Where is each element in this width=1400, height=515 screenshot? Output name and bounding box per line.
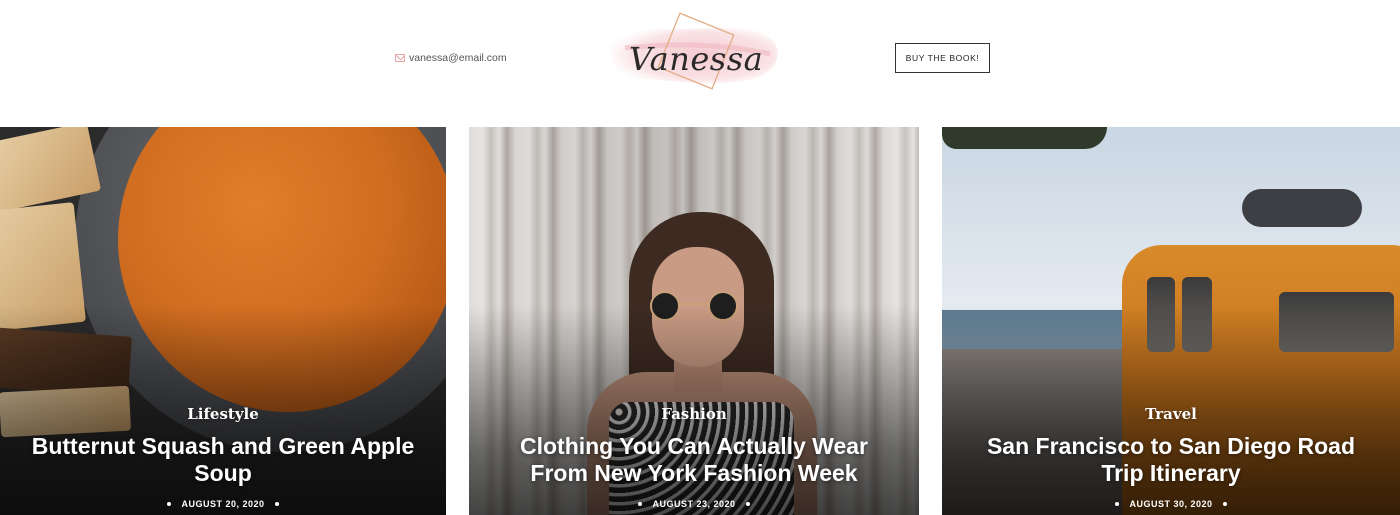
post-date: AUGUST 23, 2020 <box>652 499 736 509</box>
post-category[interactable]: Travel <box>942 405 1400 423</box>
site-header: vanessa@email.com Vanessa BUY THE BOOK! <box>0 0 1400 127</box>
bullet-icon <box>1115 502 1120 506</box>
bullet-icon <box>745 502 750 506</box>
post-category[interactable]: Fashion <box>469 405 919 423</box>
email-link[interactable]: vanessa@email.com <box>395 52 507 64</box>
post-category[interactable]: Lifestyle <box>0 405 446 423</box>
email-text: vanessa@email.com <box>409 52 507 64</box>
post-date-row: AUGUST 20, 2020 <box>0 499 446 509</box>
post-title[interactable]: Butternut Squash and Green Apple Soup <box>0 433 446 487</box>
post-card-travel[interactable]: Travel San Francisco to San Diego Road T… <box>942 127 1400 515</box>
post-title[interactable]: San Francisco to San Diego Road Trip Iti… <box>942 433 1400 487</box>
bullet-icon <box>638 502 643 506</box>
post-card-lifestyle[interactable]: Lifestyle Butternut Squash and Green App… <box>0 127 446 515</box>
post-card-content: Travel San Francisco to San Diego Road T… <box>942 405 1400 509</box>
bullet-icon <box>1222 502 1227 506</box>
post-card-fashion[interactable]: Fashion Clothing You Can Actually Wear F… <box>469 127 919 515</box>
post-title[interactable]: Clothing You Can Actually Wear From New … <box>469 433 919 487</box>
mail-icon <box>395 54 405 62</box>
post-date-row: AUGUST 23, 2020 <box>469 499 919 509</box>
site-logo[interactable]: Vanessa <box>605 8 785 108</box>
post-card-content: Fashion Clothing You Can Actually Wear F… <box>469 405 919 509</box>
post-date: AUGUST 30, 2020 <box>1129 499 1213 509</box>
post-card-content: Lifestyle Butternut Squash and Green App… <box>0 405 446 509</box>
buy-the-book-button[interactable]: BUY THE BOOK! <box>895 43 990 73</box>
bullet-icon <box>167 502 172 506</box>
post-date-row: AUGUST 30, 2020 <box>942 499 1400 509</box>
logo-text: Vanessa <box>629 40 764 78</box>
bullet-icon <box>274 502 279 506</box>
post-date: AUGUST 20, 2020 <box>181 499 265 509</box>
